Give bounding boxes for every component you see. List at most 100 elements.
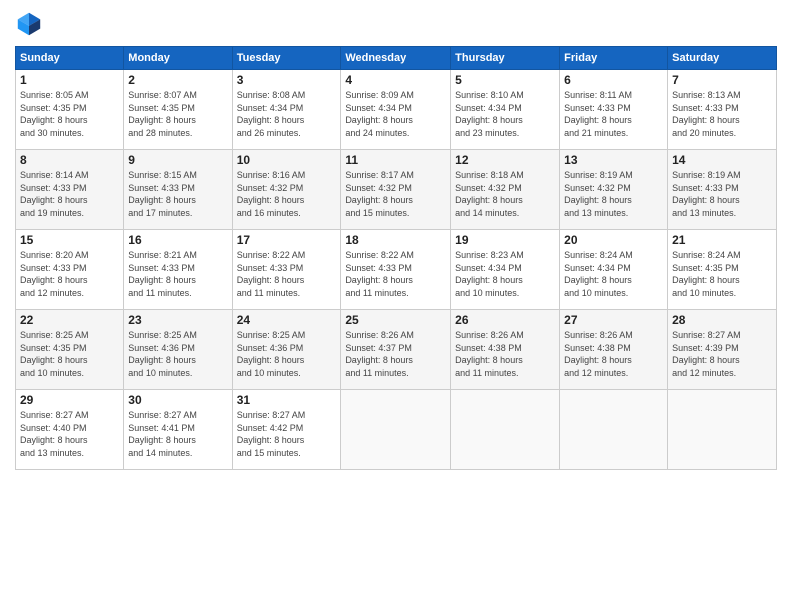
calendar-cell: 15 Sunrise: 8:20 AM Sunset: 4:33 PM Dayli… (16, 230, 124, 310)
calendar-cell: 6 Sunrise: 8:11 AM Sunset: 4:33 PM Daylig… (560, 70, 668, 150)
calendar-cell: 3 Sunrise: 8:08 AM Sunset: 4:34 PM Daylig… (232, 70, 341, 150)
day-number: 4 (345, 73, 446, 87)
day-number: 9 (128, 153, 227, 167)
day-info: Sunrise: 8:27 AM Sunset: 4:41 PM Dayligh… (128, 409, 227, 459)
calendar-cell: 21Sunrise: 8:24 AM Sunset: 4:35 PM Dayli… (668, 230, 777, 310)
calendar-cell: 28 Sunrise: 8:27 AM Sunset: 4:39 PM Dayli… (668, 310, 777, 390)
day-number: 15 (20, 233, 119, 247)
day-info: Sunrise: 8:21 AM Sunset: 4:33 PM Dayligh… (128, 249, 227, 299)
day-info: Sunrise: 8:16 AM Sunset: 4:32 PM Dayligh… (237, 169, 337, 219)
calendar-cell: 22Sunrise: 8:25 AM Sunset: 4:35 PM Dayli… (16, 310, 124, 390)
calendar-cell: 24Sunrise: 8:25 AM Sunset: 4:36 PM Dayli… (232, 310, 341, 390)
day-info: Sunrise: 8:27 AM Sunset: 4:39 PM Dayligh… (672, 329, 772, 379)
calendar-cell: 20 Sunrise: 8:24 AM Sunset: 4:34 PM Dayli… (560, 230, 668, 310)
day-info: Sunrise: 8:07 AM Sunset: 4:35 PM Dayligh… (128, 89, 227, 139)
day-info: Sunrise: 8:27 AM Sunset: 4:42 PM Dayligh… (237, 409, 337, 459)
day-number: 23 (128, 313, 227, 327)
day-info: Sunrise: 8:17 AM Sunset: 4:32 PM Dayligh… (345, 169, 446, 219)
calendar-cell: 19 Sunrise: 8:23 AM Sunset: 4:34 PM Dayli… (451, 230, 560, 310)
calendar-cell: 7 Sunrise: 8:13 AM Sunset: 4:33 PM Daylig… (668, 70, 777, 150)
day-number: 19 (455, 233, 555, 247)
calendar-day-header: Thursday (451, 47, 560, 70)
day-info: Sunrise: 8:08 AM Sunset: 4:34 PM Dayligh… (237, 89, 337, 139)
day-info: Sunrise: 8:18 AM Sunset: 4:32 PM Dayligh… (455, 169, 555, 219)
day-info: Sunrise: 8:14 AM Sunset: 4:33 PM Dayligh… (20, 169, 119, 219)
calendar-cell: 17Sunrise: 8:22 AM Sunset: 4:33 PM Dayli… (232, 230, 341, 310)
day-info: Sunrise: 8:24 AM Sunset: 4:35 PM Dayligh… (672, 249, 772, 299)
calendar-cell (560, 390, 668, 470)
day-info: Sunrise: 8:10 AM Sunset: 4:34 PM Dayligh… (455, 89, 555, 139)
calendar-cell: 11 Sunrise: 8:17 AM Sunset: 4:32 PM Dayli… (341, 150, 451, 230)
day-info: Sunrise: 8:19 AM Sunset: 4:32 PM Dayligh… (564, 169, 663, 219)
header (15, 10, 777, 38)
calendar-cell: 18Sunrise: 8:22 AM Sunset: 4:33 PM Dayli… (341, 230, 451, 310)
calendar-cell: 29 Sunrise: 8:27 AM Sunset: 4:40 PM Dayli… (16, 390, 124, 470)
day-number: 14 (672, 153, 772, 167)
calendar-cell: 8Sunrise: 8:14 AM Sunset: 4:33 PM Daylig… (16, 150, 124, 230)
day-info: Sunrise: 8:11 AM Sunset: 4:33 PM Dayligh… (564, 89, 663, 139)
calendar-cell: 16 Sunrise: 8:21 AM Sunset: 4:33 PM Dayli… (124, 230, 232, 310)
calendar-cell (341, 390, 451, 470)
day-number: 5 (455, 73, 555, 87)
day-info: Sunrise: 8:25 AM Sunset: 4:36 PM Dayligh… (128, 329, 227, 379)
calendar-cell: 23 Sunrise: 8:25 AM Sunset: 4:36 PM Dayli… (124, 310, 232, 390)
calendar-cell: 10 Sunrise: 8:16 AM Sunset: 4:32 PM Dayli… (232, 150, 341, 230)
day-number: 29 (20, 393, 119, 407)
day-number: 12 (455, 153, 555, 167)
day-number: 31 (237, 393, 337, 407)
calendar-cell: 25 Sunrise: 8:26 AM Sunset: 4:37 PM Dayli… (341, 310, 451, 390)
calendar-day-header: Tuesday (232, 47, 341, 70)
day-info: Sunrise: 8:05 AM Sunset: 4:35 PM Dayligh… (20, 89, 119, 139)
calendar-cell: 4 Sunrise: 8:09 AM Sunset: 4:34 PM Daylig… (341, 70, 451, 150)
calendar-cell: 14 Sunrise: 8:19 AM Sunset: 4:33 PM Dayli… (668, 150, 777, 230)
day-number: 24 (237, 313, 337, 327)
day-number: 7 (672, 73, 772, 87)
day-info: Sunrise: 8:27 AM Sunset: 4:40 PM Dayligh… (20, 409, 119, 459)
day-number: 3 (237, 73, 337, 87)
calendar-day-header: Monday (124, 47, 232, 70)
day-info: Sunrise: 8:13 AM Sunset: 4:33 PM Dayligh… (672, 89, 772, 139)
day-info: Sunrise: 8:26 AM Sunset: 4:38 PM Dayligh… (455, 329, 555, 379)
day-info: Sunrise: 8:25 AM Sunset: 4:35 PM Dayligh… (20, 329, 119, 379)
calendar-cell: 12 Sunrise: 8:18 AM Sunset: 4:32 PM Dayli… (451, 150, 560, 230)
calendar-week-row: 1 Sunrise: 8:05 AM Sunset: 4:35 PM Daylig… (16, 70, 777, 150)
day-info: Sunrise: 8:24 AM Sunset: 4:34 PM Dayligh… (564, 249, 663, 299)
day-info: Sunrise: 8:20 AM Sunset: 4:33 PM Dayligh… (20, 249, 119, 299)
day-number: 20 (564, 233, 663, 247)
day-number: 25 (345, 313, 446, 327)
day-info: Sunrise: 8:19 AM Sunset: 4:33 PM Dayligh… (672, 169, 772, 219)
day-info: Sunrise: 8:23 AM Sunset: 4:34 PM Dayligh… (455, 249, 555, 299)
page-container: SundayMondayTuesdayWednesdayThursdayFrid… (0, 0, 792, 612)
day-number: 30 (128, 393, 227, 407)
day-number: 17 (237, 233, 337, 247)
calendar-week-row: 8Sunrise: 8:14 AM Sunset: 4:33 PM Daylig… (16, 150, 777, 230)
calendar-week-row: 22Sunrise: 8:25 AM Sunset: 4:35 PM Dayli… (16, 310, 777, 390)
logo-icon (15, 10, 43, 38)
day-number: 26 (455, 313, 555, 327)
day-number: 6 (564, 73, 663, 87)
calendar-cell: 27Sunrise: 8:26 AM Sunset: 4:38 PM Dayli… (560, 310, 668, 390)
calendar-cell: 31 Sunrise: 8:27 AM Sunset: 4:42 PM Dayli… (232, 390, 341, 470)
day-number: 1 (20, 73, 119, 87)
logo (15, 10, 47, 38)
day-info: Sunrise: 8:09 AM Sunset: 4:34 PM Dayligh… (345, 89, 446, 139)
day-number: 27 (564, 313, 663, 327)
calendar-cell: 13 Sunrise: 8:19 AM Sunset: 4:32 PM Dayli… (560, 150, 668, 230)
calendar: SundayMondayTuesdayWednesdayThursdayFrid… (15, 46, 777, 470)
calendar-week-row: 15 Sunrise: 8:20 AM Sunset: 4:33 PM Dayli… (16, 230, 777, 310)
day-info: Sunrise: 8:26 AM Sunset: 4:37 PM Dayligh… (345, 329, 446, 379)
calendar-cell: 26 Sunrise: 8:26 AM Sunset: 4:38 PM Dayli… (451, 310, 560, 390)
calendar-week-row: 29 Sunrise: 8:27 AM Sunset: 4:40 PM Dayli… (16, 390, 777, 470)
calendar-day-header: Friday (560, 47, 668, 70)
day-number: 10 (237, 153, 337, 167)
day-number: 16 (128, 233, 227, 247)
calendar-day-header: Saturday (668, 47, 777, 70)
day-number: 2 (128, 73, 227, 87)
calendar-cell: 5 Sunrise: 8:10 AM Sunset: 4:34 PM Daylig… (451, 70, 560, 150)
calendar-header-row: SundayMondayTuesdayWednesdayThursdayFrid… (16, 47, 777, 70)
day-number: 28 (672, 313, 772, 327)
day-number: 18 (345, 233, 446, 247)
calendar-day-header: Wednesday (341, 47, 451, 70)
day-number: 13 (564, 153, 663, 167)
day-number: 11 (345, 153, 446, 167)
